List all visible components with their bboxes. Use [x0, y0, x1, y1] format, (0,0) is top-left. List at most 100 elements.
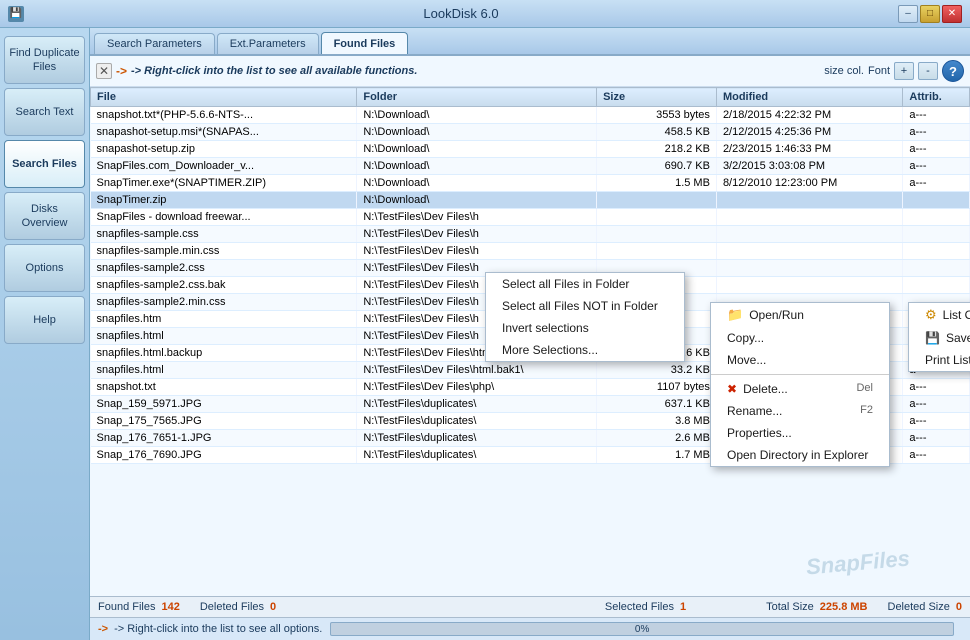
- ctx-more-selections[interactable]: More Selections...: [486, 339, 684, 361]
- total-size-label: Total Size: [766, 601, 814, 613]
- cell-modified: 2/12/2015 4:25:36 PM: [716, 124, 902, 141]
- cell-size: 3.8 MB: [597, 413, 717, 430]
- ctx-delete[interactable]: ✖ Delete... Del: [711, 378, 889, 400]
- cell-attrib: a---: [903, 107, 970, 124]
- cell-folder: N:\TestFiles\Dev Files\h: [357, 209, 597, 226]
- cell-file: snapfiles-sample2.min.css: [91, 294, 357, 311]
- cell-folder: N:\Download\: [357, 192, 597, 209]
- delete-icon: ✖: [727, 382, 737, 396]
- table-row[interactable]: snapshot.txt*(PHP-5.6.6-NTS-...N:\Downlo…: [91, 107, 970, 124]
- font-plus-button[interactable]: +: [894, 62, 914, 80]
- tab-ext-parameters[interactable]: Ext.Parameters: [217, 33, 319, 54]
- cell-modified: [716, 260, 902, 277]
- deleted-files-status: Deleted Files 0: [200, 601, 276, 613]
- bottom-bar: -> -> Right-click into the list to see a…: [90, 617, 970, 640]
- sidebar-item-find-duplicate[interactable]: Find Duplicate Files: [4, 36, 85, 84]
- hint-arrow: ->: [116, 64, 127, 78]
- found-files-label: Found Files: [98, 601, 155, 613]
- cell-folder: N:\TestFiles\duplicates\: [357, 396, 597, 413]
- table-row[interactable]: SnapFiles - download freewar...N:\TestFi…: [91, 209, 970, 226]
- close-button[interactable]: ✕: [942, 5, 962, 23]
- cell-file: snapfiles.html: [91, 328, 357, 345]
- cell-modified: [716, 209, 902, 226]
- deleted-files-value: 0: [270, 601, 276, 613]
- tab-bar: Search Parameters Ext.Parameters Found F…: [90, 28, 970, 56]
- cell-file: snapfiles.htm: [91, 311, 357, 328]
- table-row[interactable]: SnapTimer.zipN:\Download\: [91, 192, 970, 209]
- maximize-button[interactable]: □: [920, 5, 940, 23]
- cell-attrib: a---: [903, 379, 970, 396]
- sidebar-item-disks-overview[interactable]: Disks Overview: [4, 192, 85, 240]
- cell-file: snapfiles-sample2.css.bak: [91, 277, 357, 294]
- sidebar-item-search-text[interactable]: Search Text: [4, 88, 85, 136]
- ctx-select-all-folder[interactable]: Select all Files in Folder: [486, 273, 684, 295]
- progress-text: 0%: [331, 623, 953, 636]
- font-minus-button[interactable]: -: [918, 62, 938, 80]
- cell-file: snapfiles-sample2.css: [91, 260, 357, 277]
- sidebar-item-search-files[interactable]: Search Files: [4, 140, 85, 188]
- toolbar-hint: -> Right-click into the list to see all …: [131, 65, 820, 77]
- cell-folder: N:\TestFiles\Dev Files\h: [357, 226, 597, 243]
- ctx-rename-shortcut: F2: [860, 404, 873, 418]
- watermark: SnapFiles: [805, 546, 911, 581]
- cell-file: snapfiles.html.backup: [91, 345, 357, 362]
- help-button[interactable]: ?: [942, 60, 964, 82]
- main-layout: Find Duplicate Files Search Text Search …: [0, 28, 970, 640]
- ctx-invert-selections[interactable]: Invert selections: [486, 317, 684, 339]
- cell-file: snapshot.txt: [91, 379, 357, 396]
- cell-size: [597, 209, 717, 226]
- ctx-print-list[interactable]: Print List...: [909, 349, 970, 371]
- sidebar-item-options[interactable]: Options: [4, 244, 85, 292]
- col-header-folder: Folder: [357, 88, 597, 107]
- cell-attrib: a---: [903, 158, 970, 175]
- total-size-value: 225.8 MB: [820, 601, 868, 613]
- table-row[interactable]: snapashot-setup.zipN:\Download\218.2 KB2…: [91, 141, 970, 158]
- context-menu-actions: 📁 Open/Run Copy... Move... ✖ Delete... D…: [710, 302, 890, 467]
- size-col-label: size col.: [824, 65, 864, 77]
- ctx-copy[interactable]: Copy...: [711, 327, 889, 349]
- cell-attrib: a---: [903, 413, 970, 430]
- ctx-open-directory[interactable]: Open Directory in Explorer: [711, 444, 889, 466]
- tab-found-files[interactable]: Found Files: [321, 32, 409, 54]
- cell-attrib: [903, 209, 970, 226]
- deleted-size-value: 0: [956, 601, 962, 613]
- ctx-rename[interactable]: Rename... F2: [711, 400, 889, 422]
- table-row[interactable]: snapfiles-sample.cssN:\TestFiles\Dev Fil…: [91, 226, 970, 243]
- ctx-move[interactable]: Move...: [711, 349, 889, 371]
- cell-folder: N:\TestFiles\Dev Files\html.bak1\: [357, 362, 597, 379]
- cell-folder: N:\Download\: [357, 158, 597, 175]
- cell-size: [597, 226, 717, 243]
- font-label: Font: [868, 65, 890, 77]
- cell-size: [597, 243, 717, 260]
- sidebar-item-help[interactable]: Help: [4, 296, 85, 344]
- ctx-save-list[interactable]: 💾 Save List...: [909, 327, 970, 349]
- tab-search-parameters[interactable]: Search Parameters: [94, 33, 215, 54]
- close-panel-button[interactable]: ✕: [96, 63, 112, 79]
- cell-attrib: a---: [903, 447, 970, 464]
- cell-file: snapfiles.html: [91, 362, 357, 379]
- cell-file: Snap_159_5971.JPG: [91, 396, 357, 413]
- ctx-select-not-folder[interactable]: Select all Files NOT in Folder: [486, 295, 684, 317]
- cell-folder: N:\TestFiles\duplicates\: [357, 447, 597, 464]
- cell-file: SnapTimer.exe*(SNAPTIMER.ZIP): [91, 175, 357, 192]
- deleted-size-status: Deleted Size 0: [888, 601, 963, 613]
- ctx-properties[interactable]: Properties...: [711, 422, 889, 444]
- minimize-button[interactable]: –: [898, 5, 918, 23]
- table-row[interactable]: snapfiles-sample.min.cssN:\TestFiles\Dev…: [91, 243, 970, 260]
- ctx-list-options[interactable]: ⚙ List Options...: [909, 303, 970, 327]
- toolbar-right: size col. Font + - ?: [824, 60, 964, 82]
- table-row[interactable]: SnapFiles.com_Downloader_v...N:\Download…: [91, 158, 970, 175]
- cell-folder: N:\TestFiles\duplicates\: [357, 430, 597, 447]
- cell-folder: N:\TestFiles\duplicates\: [357, 413, 597, 430]
- found-files-value: 142: [161, 601, 179, 613]
- col-header-attrib: Attrib.: [903, 88, 970, 107]
- cell-folder: N:\Download\: [357, 124, 597, 141]
- deleted-files-label: Deleted Files: [200, 601, 264, 613]
- progress-bar: 0%: [330, 622, 954, 636]
- total-size-status: Total Size 225.8 MB: [766, 601, 867, 613]
- table-row[interactable]: SnapTimer.exe*(SNAPTIMER.ZIP)N:\Download…: [91, 175, 970, 192]
- cell-file: SnapFiles - download freewar...: [91, 209, 357, 226]
- ctx-open-run[interactable]: 📁 Open/Run: [711, 303, 889, 327]
- cell-file: snapashot-setup.msi*(SNAPAS...: [91, 124, 357, 141]
- table-row[interactable]: snapashot-setup.msi*(SNAPAS...N:\Downloa…: [91, 124, 970, 141]
